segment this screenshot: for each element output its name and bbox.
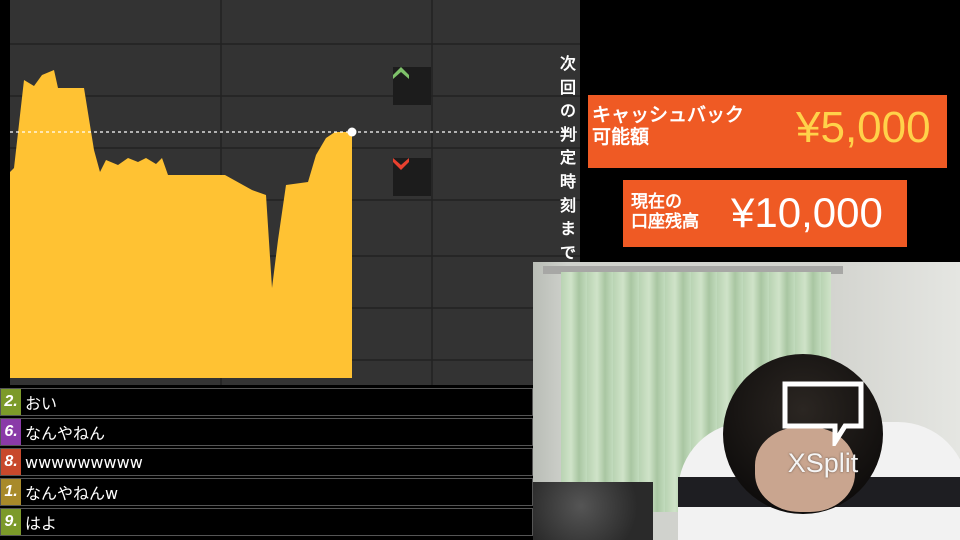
current-price-dot — [347, 127, 357, 137]
chevron-down-icon — [393, 158, 409, 170]
xsplit-watermark: XSplit — [778, 380, 868, 480]
comment-number: 2. — [1, 389, 21, 415]
countdown-char: 定 — [559, 148, 576, 168]
xsplit-text: XSplit — [787, 448, 859, 478]
countdown-char: 判 — [559, 124, 576, 144]
comment-item: 6. なんやねん — [0, 418, 533, 446]
countdown-char: 次 — [559, 54, 576, 73]
countdown-char: の — [559, 101, 576, 121]
countdown-char: で — [559, 242, 576, 262]
comment-text: なんやねんw — [25, 484, 119, 503]
balance-label-line2: 口座残高 — [631, 212, 699, 232]
comment-number: 8. — [1, 449, 21, 475]
cashback-box: キャッシュバック 可能額 ¥5,000 — [588, 95, 947, 168]
price-chart-panel — [10, 0, 580, 385]
comment-item: 9. はよ — [0, 508, 533, 536]
comment-item: 8. wwwwwwwww — [0, 448, 533, 476]
comment-text: なんやねん — [25, 424, 106, 443]
cashback-label-line1: キャッシュバック — [592, 104, 745, 126]
balance-box: 現在の 口座残高 ¥10,000 — [623, 180, 907, 247]
high-button[interactable] — [393, 67, 431, 105]
price-area — [10, 70, 352, 378]
comment-item: 2. おい — [0, 388, 533, 416]
comment-number: 1. — [1, 479, 21, 505]
cashback-label-line2: 可能額 — [592, 126, 650, 148]
xsplit-logo-icon — [782, 381, 864, 446]
comment-text: wwwwwwwww — [25, 452, 143, 472]
comment-text: おい — [25, 394, 58, 413]
comment-list: 2. おい 6. なんやねん 8. wwwwwwwww 1. なんやねんw 9.… — [0, 388, 533, 538]
comment-number: 6. — [1, 419, 21, 445]
balance-value: ¥10,000 — [731, 189, 883, 236]
countdown-char: 時 — [559, 171, 576, 191]
cashback-label: キャッシュバック 可能額 — [592, 104, 752, 148]
balance-label: 現在の 口座残高 — [631, 192, 721, 232]
comment-item: 1. なんやねんw — [0, 478, 533, 506]
countdown-char: ま — [559, 219, 576, 239]
low-button[interactable] — [393, 158, 431, 196]
price-chart — [10, 0, 580, 385]
cashback-value: ¥5,000 — [796, 103, 931, 152]
countdown-char: 刻 — [559, 195, 576, 215]
clothes-pile — [533, 482, 653, 540]
comment-number: 9. — [1, 509, 21, 535]
balance-label-line1: 現在の — [631, 192, 682, 212]
comment-text: はよ — [25, 514, 58, 533]
chevron-up-icon — [393, 67, 409, 79]
countdown-char: 回 — [559, 77, 576, 97]
webcam-feed: XSplit — [533, 262, 960, 540]
